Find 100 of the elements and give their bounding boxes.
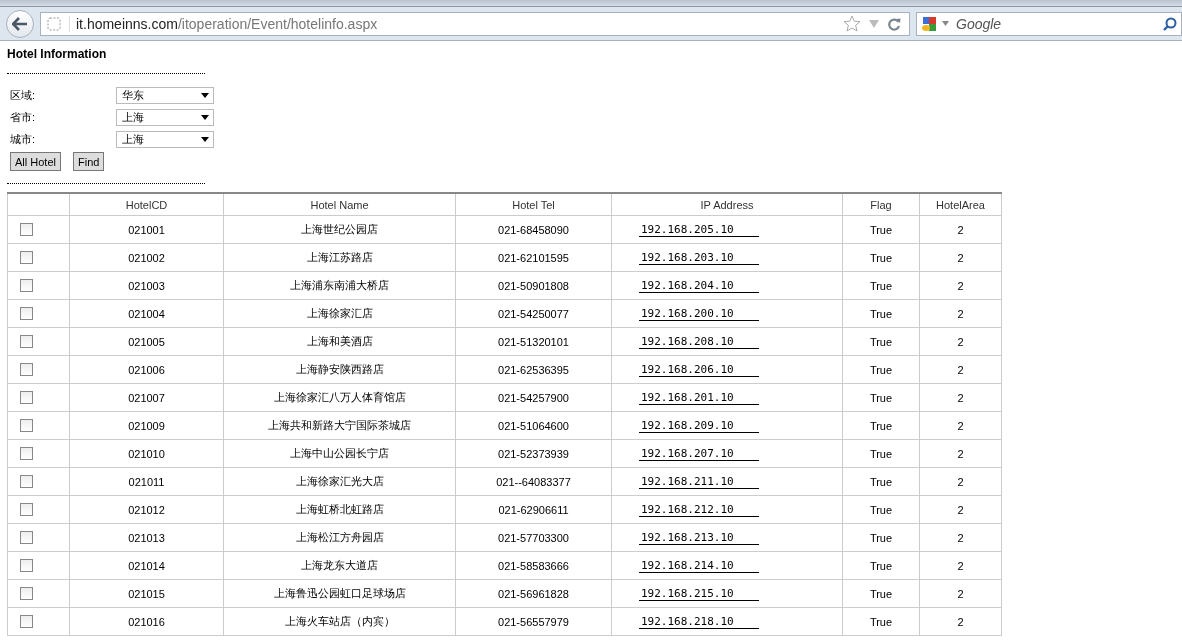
table-cell: 021-50901808 bbox=[455, 271, 612, 300]
table-cell: 021001 bbox=[69, 215, 224, 244]
table-cell: True bbox=[842, 439, 920, 468]
row-checkbox[interactable] bbox=[20, 335, 33, 349]
table-cell: True bbox=[842, 579, 920, 608]
table-cell: True bbox=[842, 383, 920, 412]
table-cell: 021003 bbox=[69, 271, 224, 300]
table-cell: 021-68458090 bbox=[455, 215, 612, 244]
table-cell: 021006 bbox=[69, 355, 224, 384]
caret-icon bbox=[201, 114, 209, 120]
row-checkbox[interactable] bbox=[20, 531, 33, 545]
table-cell: 2 bbox=[919, 579, 1002, 608]
table-cell: 021014 bbox=[69, 551, 224, 580]
table-cell: True bbox=[842, 607, 920, 636]
dropdown-icon[interactable] bbox=[869, 19, 879, 28]
table-cell: 021009 bbox=[69, 411, 224, 440]
search-icon[interactable] bbox=[1163, 16, 1177, 31]
table-cell: 021016 bbox=[69, 607, 224, 636]
table-cell: 上海静安陕西路店 bbox=[223, 355, 456, 384]
table-cell: True bbox=[842, 467, 920, 496]
table-cell: 2 bbox=[919, 439, 1002, 468]
table-cell: 上海龙东大道店 bbox=[223, 551, 456, 580]
table-cell: 021-58583666 bbox=[455, 551, 612, 580]
table-cell: 021007 bbox=[69, 383, 224, 412]
table-cell: 2 bbox=[919, 551, 1002, 580]
row-checkbox[interactable] bbox=[20, 475, 33, 489]
table-cell: 上海江苏路店 bbox=[223, 243, 456, 272]
table-cell: 2 bbox=[919, 243, 1002, 272]
table-cell: 2 bbox=[919, 467, 1002, 496]
row-checkbox[interactable] bbox=[20, 223, 33, 237]
filter-label: 城市: bbox=[10, 131, 37, 147]
table-cell: True bbox=[842, 355, 920, 384]
search-bar[interactable]: Google bbox=[916, 11, 1182, 36]
dropdown[interactable]: 华东 bbox=[116, 86, 214, 104]
table-cell: 2 bbox=[919, 299, 1002, 328]
table-cell: 021005 bbox=[69, 327, 224, 356]
table-cell: 021004 bbox=[69, 299, 224, 328]
form-button[interactable]: Find bbox=[72, 152, 105, 171]
column-header: Flag bbox=[842, 193, 920, 216]
dropdown[interactable]: 上海 bbox=[116, 108, 214, 126]
reload-icon[interactable] bbox=[887, 16, 901, 31]
table-cell: 021012 bbox=[69, 495, 224, 524]
table-cell: True bbox=[842, 271, 920, 300]
table-cell: 021015 bbox=[69, 579, 224, 608]
table-cell: 021013 bbox=[69, 523, 224, 552]
row-checkbox[interactable] bbox=[20, 279, 33, 293]
dropdown[interactable]: 上海 bbox=[116, 130, 214, 148]
table-cell: True bbox=[842, 495, 920, 524]
table-cell: 2 bbox=[919, 411, 1002, 440]
table-cell: 021011 bbox=[69, 467, 224, 496]
row-checkbox[interactable] bbox=[20, 587, 33, 601]
table-cell: 021002 bbox=[69, 243, 224, 272]
row-checkbox[interactable] bbox=[20, 251, 33, 265]
table-cell: 2 bbox=[919, 383, 1002, 412]
row-checkbox[interactable] bbox=[20, 503, 33, 517]
table-cell: 上海虹桥北虹路店 bbox=[223, 495, 456, 524]
column-header: IP Address bbox=[611, 193, 843, 216]
address-bar[interactable]: it.homeinns.com/itoperation/Event/hotelinfo.aspx bbox=[40, 11, 910, 36]
table-cell: 上海浦东南浦大桥店 bbox=[223, 271, 456, 300]
table-cell: 021-62536395 bbox=[455, 355, 612, 384]
form-button[interactable]: All Hotel bbox=[10, 152, 61, 171]
table-cell: 上海中山公园长宁店 bbox=[223, 439, 456, 468]
table-cell: 上海共和新路大宁国际茶城店 bbox=[223, 411, 456, 440]
table-cell: 021-56961828 bbox=[455, 579, 612, 608]
page-icon bbox=[47, 16, 61, 31]
back-button[interactable] bbox=[6, 9, 34, 38]
filter-label: 省市: bbox=[10, 109, 37, 125]
table-cell: 上海和美酒店 bbox=[223, 327, 456, 356]
table-cell: 2 bbox=[919, 523, 1002, 552]
table-cell: 2 bbox=[919, 607, 1002, 636]
row-checkbox[interactable] bbox=[20, 447, 33, 461]
table-cell: True bbox=[842, 327, 920, 356]
table-cell: 2 bbox=[919, 355, 1002, 384]
table-cell: 上海世纪公园店 bbox=[223, 215, 456, 244]
row-checkbox[interactable] bbox=[20, 391, 33, 405]
row-checkbox[interactable] bbox=[20, 559, 33, 573]
table-cell: 021-56557979 bbox=[455, 607, 612, 636]
row-checkbox[interactable] bbox=[20, 363, 33, 377]
table-cell: 021-52373939 bbox=[455, 439, 612, 468]
row-checkbox[interactable] bbox=[20, 307, 33, 321]
table-cell: True bbox=[842, 523, 920, 552]
star-icon[interactable] bbox=[843, 15, 861, 32]
dropdown-icon[interactable] bbox=[942, 21, 949, 26]
table-cell: 021--64083377 bbox=[455, 467, 612, 496]
table-cell: 021-57703300 bbox=[455, 523, 612, 552]
table-cell: True bbox=[842, 299, 920, 328]
row-checkbox[interactable] bbox=[20, 615, 33, 629]
table-cell: 上海徐家汇店 bbox=[223, 299, 456, 328]
table-cell: 2 bbox=[919, 215, 1002, 244]
table-cell: 021-62906611 bbox=[455, 495, 612, 524]
column-header: HotelArea bbox=[919, 193, 1002, 216]
table-cell: 2 bbox=[919, 271, 1002, 300]
column-header: HotelCD bbox=[69, 193, 224, 216]
table-cell: 021010 bbox=[69, 439, 224, 468]
table-cell: 上海火车站店（内宾） bbox=[223, 607, 456, 636]
table-cell: 上海徐家汇八万人体育馆店 bbox=[223, 383, 456, 412]
row-checkbox[interactable] bbox=[20, 419, 33, 433]
table-cell: True bbox=[842, 215, 920, 244]
table-cell: 021-54257900 bbox=[455, 383, 612, 412]
table-cell: True bbox=[842, 243, 920, 272]
